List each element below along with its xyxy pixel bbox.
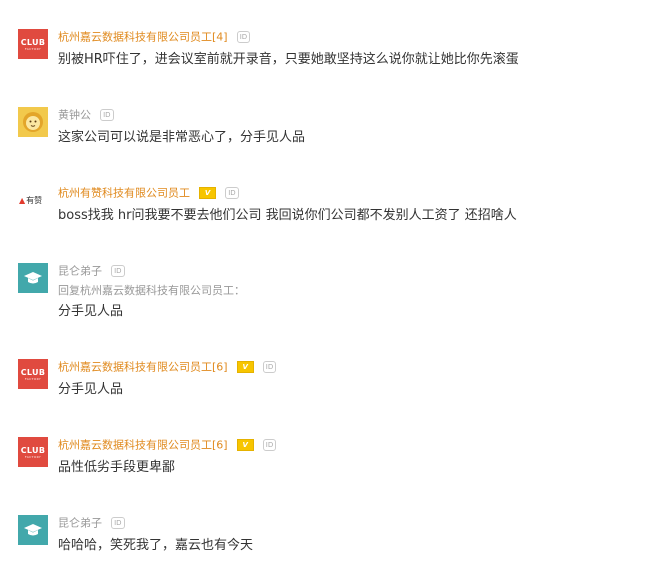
comment-text: 这家公司可以说是非常恶心了，分手见人品 xyxy=(58,130,306,145)
verified-badge[interactable]: V xyxy=(199,186,217,199)
avatar[interactable]: CLUB FACTORY xyxy=(18,359,48,389)
comment-text: 品性低劣手段更卑鄙 xyxy=(58,460,176,475)
comment-text: boss找我 hr问我要不要去他们公司 我回说你们公司都不发别人工资了 还招啥人 xyxy=(58,208,517,223)
id-badge[interactable]: ID xyxy=(262,438,277,451)
graduation-cap-icon xyxy=(18,515,48,545)
comment-meta: 杭州嘉云数据科技有限公司员工[4] ID xyxy=(58,26,251,44)
avatar-logo-text: CLUB xyxy=(20,38,46,47)
avatar-logo-subtext: FACTORY xyxy=(24,455,42,459)
comment-text: 分手见人品 xyxy=(58,382,124,397)
username[interactable]: 杭州嘉云数据科技有限公司员工[4] xyxy=(58,31,228,44)
comment-meta: 昆仑弟子 ID xyxy=(58,260,125,278)
comment-meta: 昆仑弟子 ID xyxy=(58,512,125,530)
lion-avatar-icon xyxy=(18,107,48,137)
username[interactable]: 昆仑弟子 xyxy=(58,265,102,278)
username[interactable]: 黄钟公 xyxy=(58,109,91,122)
avatar[interactable] xyxy=(18,263,48,293)
id-badge[interactable]: ID xyxy=(111,516,125,529)
avatar-logo-text: 有赞 xyxy=(26,196,43,205)
avatar-logo-subtext: FACTORY xyxy=(24,47,42,51)
thumb-icon: ▲ xyxy=(19,196,26,205)
id-badge[interactable]: ID xyxy=(225,186,239,199)
comment-text: 别被HR吓住了，进会议室前就开录音，只要她敢坚持这么说你就让她比你先滚蛋 xyxy=(58,52,519,67)
verified-badge[interactable]: V xyxy=(236,438,254,451)
id-badge[interactable]: ID xyxy=(236,30,251,43)
comment-text: 分手见人品 xyxy=(58,304,124,319)
avatar-logo-subtext: FACTORY xyxy=(24,377,42,381)
avatar-logo: ▲有赞 xyxy=(19,195,42,206)
username[interactable]: 昆仑弟子 xyxy=(58,517,102,530)
verified-badge[interactable]: V xyxy=(236,360,254,373)
graduation-cap-icon xyxy=(18,263,48,293)
username[interactable]: 杭州嘉云数据科技有限公司员工[6] xyxy=(58,361,228,374)
comment-meta: 杭州嘉云数据科技有限公司员工[6] V ID xyxy=(58,356,277,374)
avatar[interactable] xyxy=(18,107,48,137)
avatar-logo-text: CLUB xyxy=(20,368,46,377)
id-badge[interactable]: ID xyxy=(111,264,125,277)
comment-meta: 杭州有赞科技有限公司员工 V ID xyxy=(58,182,239,200)
id-badge[interactable]: ID xyxy=(262,360,277,373)
comment-text: 哈哈哈，笑死我了，嘉云也有今天 xyxy=(58,538,254,553)
avatar[interactable]: CLUB FACTORY xyxy=(18,437,48,467)
avatar-logo-text: CLUB xyxy=(20,446,46,455)
comment-meta: 黄钟公 ID xyxy=(58,104,114,122)
avatar[interactable] xyxy=(18,515,48,545)
comment-meta: 杭州嘉云数据科技有限公司员工[6] V ID xyxy=(58,434,277,452)
id-badge[interactable]: ID xyxy=(100,108,114,121)
username[interactable]: 杭州嘉云数据科技有限公司员工[6] xyxy=(58,439,228,452)
avatar[interactable]: ▲有赞 xyxy=(18,185,48,215)
avatar[interactable]: CLUB FACTORY xyxy=(18,29,48,59)
reply-to-label[interactable]: 回复杭州嘉云数据科技有限公司员工： xyxy=(58,282,245,298)
username[interactable]: 杭州有赞科技有限公司员工 xyxy=(58,187,190,200)
